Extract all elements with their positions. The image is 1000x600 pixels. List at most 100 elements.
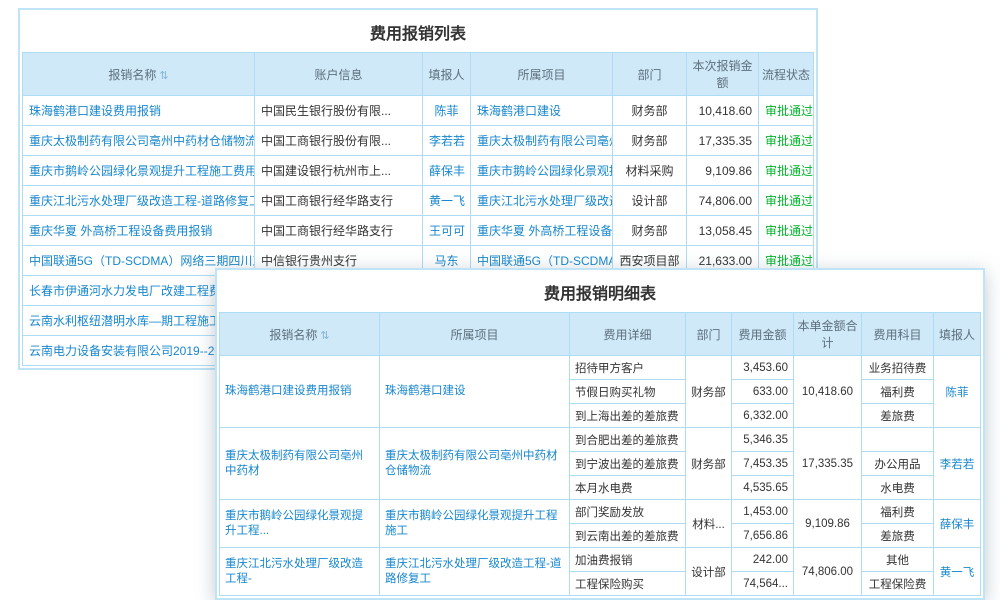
reimbursement-name-cell[interactable]: 重庆太极制药有限公司亳州中药材仓储物流基地项... [23,126,255,156]
expense-detail-cell: 招待甲方客户 [570,356,686,380]
project-cell[interactable]: 重庆太极制药有限公司亳州中... [471,126,613,156]
list-column-header-label: 流程状态 [762,68,810,82]
reimbursement-name-cell[interactable]: 重庆市鹅岭公园绿化景观提升工程施工费用报销 [23,156,255,186]
expense-detail-header-row: 报销名称⇅ 所属项目 费用详细 部门 费用金额本单金额合计 费用科目 填报人 [220,313,981,356]
filler-cell[interactable]: 黄一飞 [423,186,471,216]
detail-column-header-label: 填报人 [939,328,975,342]
table-row: 重庆太极制药有限公司亳州中药材仓储物流基地项...中国工商银行股份有限...李若… [23,126,814,156]
expense-detail-body: 珠海鹤港口建设费用报销珠海鹤港口建设招待甲方客户财务部3,453.6010,41… [220,356,981,596]
expense-category-cell: 办公用品 [862,452,934,476]
expense-amount-cell: 242.00 [732,548,794,572]
reimbursement-name-cell[interactable]: 重庆市鹅岭公园绿化景观提升工程... [220,500,380,548]
filler-cell[interactable]: 黄一飞 [934,548,981,596]
status-cell: 审批通过 [759,156,814,186]
expense-amount-cell: 7,453.35 [732,452,794,476]
amount-cell: 13,058.45 [687,216,759,246]
project-cell[interactable]: 重庆市鹅岭公园绿化景观提升... [471,156,613,186]
filler-cell[interactable]: 李若若 [423,126,471,156]
expense-category-cell: 水电费 [862,476,934,500]
department-cell: 财务部 [613,126,687,156]
expense-category-cell: 工程保险费 [862,572,934,596]
project-cell[interactable]: 重庆太极制药有限公司亳州中药材仓储物流 [380,428,570,500]
department-cell: 财务部 [686,356,732,428]
list-column-header-label: 所属项目 [517,68,565,82]
table-row: 重庆江北污水处理厂级改造工程-道路修复工程费用...中国工商银行经华路支行黄一飞… [23,186,814,216]
expense-detail-cell: 到上海出差的差旅费 [570,404,686,428]
table-row: 重庆华夏 外高桥工程设备费用报销中国工商银行经华路支行王可可重庆华夏 外高桥工程… [23,216,814,246]
expense-amount-cell: 7,656.86 [732,524,794,548]
expense-category-cell: 差旅费 [862,524,934,548]
sort-icon[interactable]: ⇅ [159,70,168,82]
detail-column-header: 填报人 [934,313,981,356]
expense-category-cell: 差旅费 [862,404,934,428]
filler-cell[interactable]: 薛保丰 [934,500,981,548]
detail-column-header-label: 所属项目 [450,328,498,342]
detail-column-header-label: 费用金额 [738,328,786,342]
list-column-header: 填报人 [423,53,471,96]
project-cell[interactable]: 重庆华夏 外高桥工程设备 [471,216,613,246]
total-amount-cell: 74,806.00 [794,548,862,596]
filler-cell[interactable]: 王可可 [423,216,471,246]
list-column-header-label: 报销名称 [108,68,156,82]
account-info-cell: 中国工商银行经华路支行 [255,216,423,246]
detail-column-header-label: 部门 [696,328,720,342]
account-info-cell: 中国民生银行股份有限... [255,96,423,126]
department-cell: 材料... [686,500,732,548]
detail-column-header: 所属项目 [380,313,570,356]
account-info-cell: 中国建设银行杭州市上... [255,156,423,186]
project-cell[interactable]: 重庆市鹅岭公园绿化景观提升工程施工 [380,500,570,548]
expense-amount-cell: 1,453.00 [732,500,794,524]
total-amount-cell: 17,335.35 [794,428,862,500]
account-info-cell: 中国工商银行股份有限... [255,126,423,156]
expense-amount-cell: 5,346.35 [732,428,794,452]
reimbursement-name-cell[interactable]: 重庆江北污水处理厂级改造工程- [220,548,380,596]
status-cell: 审批通过 [759,216,814,246]
list-column-header: 流程状态 [759,53,814,96]
filler-cell[interactable]: 陈菲 [423,96,471,126]
reimbursement-name-cell[interactable]: 重庆太极制药有限公司亳州中药材 [220,428,380,500]
list-column-header-label: 本次报销金额 [692,59,752,90]
expense-detail-cell: 工程保险购买 [570,572,686,596]
status-cell: 审批通过 [759,96,814,126]
reimbursement-name-cell[interactable]: 珠海鹤港口建设费用报销 [220,356,380,428]
detail-column-header: 费用科目 [862,313,934,356]
expense-category-cell: 福利费 [862,380,934,404]
expense-detail-cell: 部门奖励发放 [570,500,686,524]
filler-cell[interactable]: 薛保丰 [423,156,471,186]
detail-column-header-label: 本单金额合计 [797,319,857,350]
table-row: 重庆太极制药有限公司亳州中药材重庆太极制药有限公司亳州中药材仓储物流到合肥出差的… [220,428,981,452]
filler-cell[interactable]: 陈菲 [934,356,981,428]
detail-column-header-label: 费用详细 [603,328,651,342]
expense-category-cell: 福利费 [862,500,934,524]
detail-column-header-label: 费用科目 [873,328,921,342]
detail-column-header: 报销名称⇅ [220,313,380,356]
table-row: 重庆江北污水处理厂级改造工程-重庆江北污水处理厂级改造工程-道路修复工加油费报销… [220,548,981,572]
expense-detail-cell: 到合肥出差的差旅费 [570,428,686,452]
detail-column-header: 本单金额合计 [794,313,862,356]
expense-detail-cell: 到云南出差的差旅费 [570,524,686,548]
expense-detail-cell: 节假日购买礼物 [570,380,686,404]
expense-category-cell [862,428,934,452]
expense-detail-cell: 到宁波出差的差旅费 [570,452,686,476]
expense-detail-title: 费用报销明细表 [217,270,983,312]
reimbursement-name-cell[interactable]: 珠海鹤港口建设费用报销 [23,96,255,126]
department-cell: 财务部 [686,428,732,500]
sort-icon[interactable]: ⇅ [320,330,329,342]
project-cell[interactable]: 珠海鹤港口建设 [380,356,570,428]
reimbursement-name-cell[interactable]: 重庆江北污水处理厂级改造工程-道路修复工程费用... [23,186,255,216]
reimbursement-name-cell[interactable]: 重庆华夏 外高桥工程设备费用报销 [23,216,255,246]
project-cell[interactable]: 珠海鹤港口建设 [471,96,613,126]
expense-detail-table: 报销名称⇅ 所属项目 费用详细 部门 费用金额本单金额合计 费用科目 填报人 珠海鹤港口建设… [219,312,981,596]
expense-detail-cell: 加油费报销 [570,548,686,572]
table-row: 重庆市鹅岭公园绿化景观提升工程...重庆市鹅岭公园绿化景观提升工程施工部门奖励发… [220,500,981,524]
list-column-header: 本次报销金额 [687,53,759,96]
project-cell[interactable]: 重庆江北污水处理厂级改造工程-道路修复工 [380,548,570,596]
expense-amount-cell: 74,564... [732,572,794,596]
filler-cell[interactable]: 李若若 [934,428,981,500]
project-cell[interactable]: 重庆江北污水处理厂级改造工... [471,186,613,216]
expense-detail-card: 费用报销明细表 报销名称⇅ 所属项目 费用详细 部门 费用金额本单金额合计 费用科目 填报人… [215,268,985,600]
list-column-header: 报销名称⇅ [23,53,255,96]
expense-list-header-row: 报销名称⇅账户信息填报人所属项目部门本次报销金额流程状态 [23,53,814,96]
status-cell: 审批通过 [759,126,814,156]
amount-cell: 10,418.60 [687,96,759,126]
